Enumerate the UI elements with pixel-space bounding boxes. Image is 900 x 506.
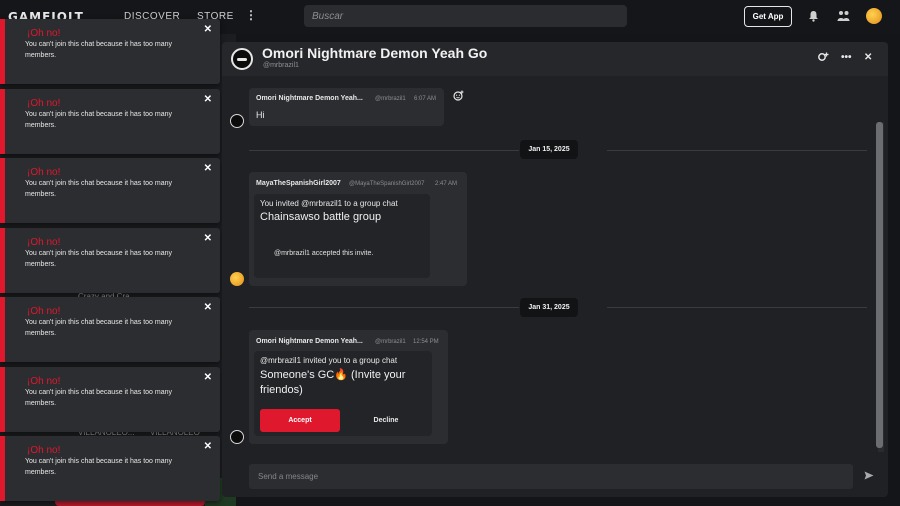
invite-text: @mrbrazil1 invited you to a group chat [260, 356, 398, 365]
toast-message: You can't join this chat because it has … [25, 180, 173, 198]
message-author[interactable]: Omori Nightmare Demon Yeah... [256, 338, 363, 345]
error-toast: ¡Oh no! You can't join this chat because… [0, 367, 220, 432]
chat-header: Omori Nightmare Demon Yeah Go @mrbrazil1… [222, 42, 888, 76]
message-text: Hi [256, 110, 265, 120]
toast-message: You can't join this chat because it has … [25, 319, 173, 337]
group-name: Chainsawso battle group [260, 211, 382, 223]
friends-icon[interactable] [836, 9, 850, 23]
user-avatar[interactable] [866, 8, 882, 24]
message-author[interactable]: Omori Nightmare Demon Yeah... [256, 95, 363, 102]
date-separator: Jan 15, 2025 [520, 140, 578, 159]
toast-title: ¡Oh no! [27, 445, 61, 456]
error-toast: ¡Oh no! You can't join this chat because… [0, 19, 220, 84]
bell-icon[interactable] [806, 9, 820, 23]
error-toast: ¡Oh no! You can't join this chat because… [0, 158, 220, 223]
toast-message: You can't join this chat because it has … [25, 250, 173, 268]
more-options-icon[interactable]: ••• [841, 52, 852, 63]
message-avatar[interactable] [230, 114, 244, 128]
toast-message: You can't join this chat because it has … [25, 458, 173, 476]
close-icon[interactable]: ✕ [864, 52, 872, 63]
chat-title: Omori Nightmare Demon Yeah Go [262, 45, 488, 61]
chat-username[interactable]: @mrbrazil1 [263, 62, 299, 69]
toast-message: You can't join this chat because it has … [25, 389, 173, 407]
group-invite-card: @mrbrazil1 invited you to a group chat S… [254, 351, 432, 436]
message-avatar[interactable] [230, 430, 244, 444]
decline-button[interactable]: Decline [348, 409, 424, 432]
message-handle: @mrbrazil1 [375, 339, 406, 345]
group-invite-card: You invited @mrbrazil1 to a group chat C… [254, 194, 430, 278]
more-menu-icon[interactable]: ⋮ [245, 8, 257, 22]
close-icon[interactable]: ✕ [204, 372, 212, 383]
message-time: 12:54 PM [413, 339, 439, 345]
close-icon[interactable]: ✕ [204, 302, 212, 313]
close-icon[interactable]: ✕ [204, 441, 212, 452]
message-handle: @MayaTheSpanishGirl2007 [349, 181, 425, 187]
message: Omori Nightmare Demon Yeah... @mrbrazil1… [249, 88, 444, 126]
date-separator: Jan 31, 2025 [520, 298, 578, 317]
message-input[interactable] [249, 464, 853, 489]
add-friend-icon[interactable] [818, 52, 829, 65]
toast-title: ¡Oh no! [27, 376, 61, 387]
toast-title: ¡Oh no! [27, 306, 61, 317]
chat-avatar[interactable] [231, 48, 253, 70]
date-divider-line [607, 307, 867, 308]
message-time: 2:47 AM [435, 181, 458, 187]
toast-title: ¡Oh no! [27, 28, 61, 39]
search-input[interactable] [304, 5, 627, 27]
error-toast: ¡Oh no! You can't join this chat because… [0, 436, 220, 501]
close-icon[interactable]: ✕ [204, 24, 212, 35]
date-divider-line [607, 150, 867, 151]
error-toast: ¡Oh no! You can't join this chat because… [0, 228, 220, 293]
close-icon[interactable]: ✕ [204, 163, 212, 174]
message: Omori Nightmare Demon Yeah... @mrbrazil1… [249, 330, 448, 444]
invite-text: You invited @mrbrazil1 to a group chat [260, 199, 398, 208]
send-icon[interactable] [864, 471, 874, 482]
get-app-button[interactable]: Get App [744, 6, 792, 27]
error-toast: ¡Oh no! You can't join this chat because… [0, 297, 220, 362]
accept-button[interactable]: Accept [260, 409, 340, 432]
close-icon[interactable]: ✕ [204, 94, 212, 105]
group-name: Someone's GC🔥 (Invite your friendos) [260, 369, 406, 396]
message-avatar[interactable] [230, 272, 244, 286]
invite-status: @mrbrazil1 accepted this invite. [274, 250, 374, 257]
error-toast: ¡Oh no! You can't join this chat because… [0, 89, 220, 154]
message-author[interactable]: MayaTheSpanishGirl2007 [256, 180, 341, 187]
toast-message: You can't join this chat because it has … [25, 41, 173, 59]
message: MayaTheSpanishGirl2007 @MayaTheSpanishGi… [249, 172, 467, 286]
toast-title: ¡Oh no! [27, 237, 61, 248]
toast-message: You can't join this chat because it has … [25, 111, 173, 129]
message-handle: @mrbrazil1 [375, 96, 406, 102]
add-reaction-icon[interactable] [453, 90, 464, 104]
date-divider-line [249, 307, 519, 308]
close-icon[interactable]: ✕ [204, 233, 212, 244]
message-time: 6:07 AM [414, 96, 437, 102]
toast-title: ¡Oh no! [27, 98, 61, 109]
toast-title: ¡Oh no! [27, 167, 61, 178]
date-divider-line [249, 150, 519, 151]
scrollbar-thumb[interactable] [876, 122, 883, 448]
chat-window: Omori Nightmare Demon Yeah Go @mrbrazil1… [222, 42, 888, 497]
